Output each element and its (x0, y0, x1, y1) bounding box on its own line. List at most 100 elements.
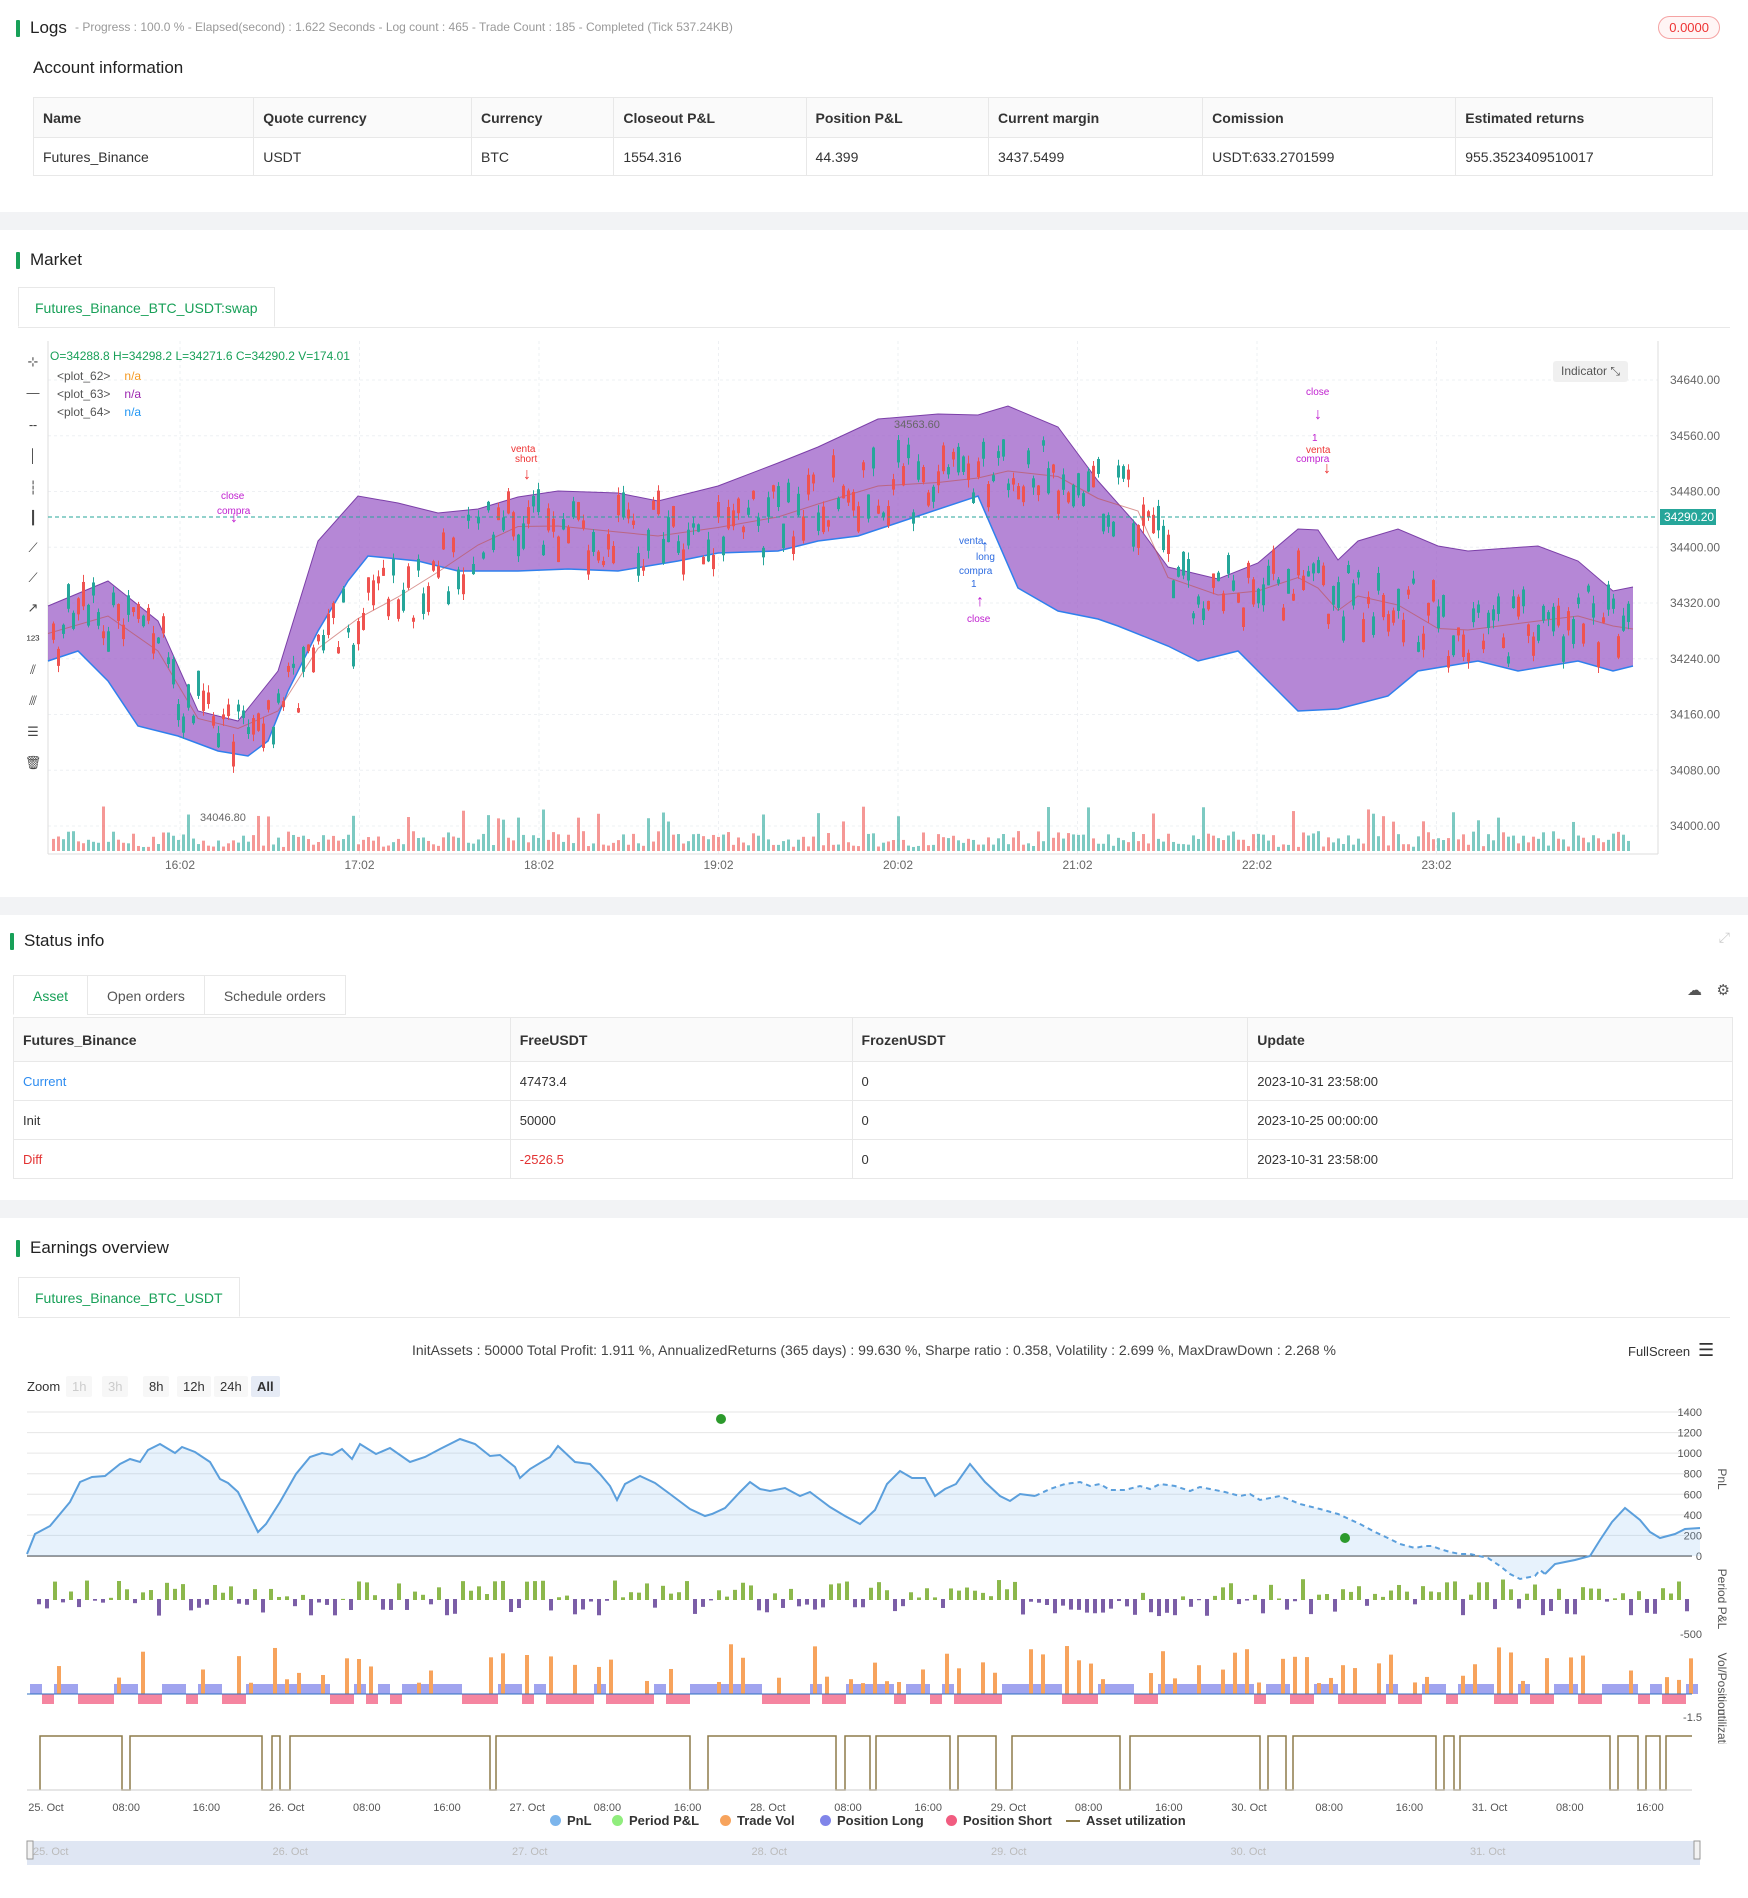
volume-bar (952, 835, 955, 851)
signal-label: 1 (1312, 433, 1318, 444)
position-short-bar (630, 1694, 642, 1704)
expand-icon[interactable]: ⤢ (1719, 929, 1730, 946)
volume-bar (217, 840, 220, 851)
candlestick-chart[interactable]: 34640.00 34560.00 34480.00 34400.00 34320.00… (18, 341, 1730, 881)
earnings-symbol-tab[interactable]: Futures_Binance_BTC_USDT (18, 1277, 240, 1317)
volume-bar (817, 813, 820, 851)
x-tick: 25. Oct (28, 1802, 63, 1814)
volume-bar (1097, 843, 1100, 851)
volume-bar (1372, 813, 1375, 851)
period-pnl-bar (93, 1599, 97, 1601)
volume-bar (1612, 833, 1615, 851)
period-pnl-bar (1557, 1588, 1561, 1600)
period-pnl-bar (973, 1590, 977, 1600)
period-pnl-bar (1197, 1599, 1201, 1601)
period-pnl-bar (621, 1597, 625, 1600)
period-pnl-bar (733, 1589, 737, 1600)
volume-bar (157, 844, 160, 851)
position-short-bar (474, 1694, 486, 1704)
menu-icon[interactable]: ☰ (1698, 1340, 1714, 1361)
volume-bar (82, 843, 85, 851)
period-pnl-bar (565, 1595, 569, 1600)
period-pnl-bar (645, 1583, 649, 1600)
trade-vol-bar (57, 1666, 61, 1694)
volume-bar (877, 846, 880, 851)
candle-body (1412, 578, 1415, 584)
period-tick: -500 (1680, 1629, 1702, 1641)
zoom-button-12h[interactable]: 12h (177, 1376, 211, 1397)
fullscreen-button[interactable]: FullScreen (1628, 1344, 1690, 1359)
navigator-tick: 31. Oct (1470, 1846, 1505, 1858)
earnings-chart[interactable]: 1400120010008006004002000-500-1.5PnLPeri… (0, 1404, 1748, 1744)
candle-body (202, 690, 205, 711)
candle-body (1552, 606, 1555, 632)
market-symbol-tab[interactable]: Futures_Binance_BTC_USDT:swap (18, 287, 275, 327)
volume-bar (297, 836, 300, 851)
volume-bar (1167, 833, 1170, 851)
candle-body (187, 684, 190, 708)
volume-bar (1267, 840, 1270, 851)
asset-free-usdt: -2526.5 (509, 1139, 853, 1179)
period-pnl-bar (61, 1599, 65, 1603)
volume-bar (317, 842, 320, 851)
volume-bar (887, 841, 890, 851)
candle-body (1082, 493, 1085, 506)
period-pnl-bar (157, 1599, 161, 1616)
candle-body (1072, 484, 1075, 507)
candle-body (777, 486, 780, 507)
volume-bar (232, 840, 235, 851)
candle-body (742, 526, 745, 533)
volume-bar (107, 841, 110, 851)
volume-bar (1232, 831, 1235, 851)
tab-schedule-orders[interactable]: Schedule orders (203, 975, 346, 1015)
cloud-download-icon[interactable]: ☁ (1687, 981, 1702, 999)
tab-open-orders[interactable]: Open orders (87, 975, 205, 1015)
position-long-bar (654, 1684, 666, 1694)
trade-vol-bar (1233, 1652, 1237, 1694)
volume-bar (267, 816, 270, 851)
candle-body (1122, 466, 1125, 479)
navigator-handle-right[interactable] (1693, 1840, 1701, 1860)
volume-bar (1497, 817, 1500, 851)
settings-gear-icon[interactable]: ⚙ (1717, 981, 1730, 999)
candle-body (1427, 602, 1430, 616)
volume-bar (1147, 843, 1150, 851)
tab-asset[interactable]: Asset (13, 975, 89, 1015)
x-tick: 16:00 (1396, 1802, 1424, 1814)
candle-body (1202, 608, 1205, 621)
period-pnl-bar (397, 1583, 401, 1600)
zoom-button-8h[interactable]: 8h (143, 1376, 170, 1397)
price-tick: 34160.00 (1670, 708, 1720, 722)
indicator-button[interactable]: Indicator ⤡ (1553, 361, 1628, 382)
volume-bar (1042, 841, 1045, 851)
volume-bar (377, 836, 380, 851)
price-tick: 34240.00 (1670, 652, 1720, 666)
period-pnl-bar (1677, 1581, 1681, 1600)
volume-bar (1122, 840, 1125, 851)
candle-body (1077, 473, 1080, 496)
period-pnl-bar (637, 1592, 641, 1600)
candle-body (337, 647, 340, 654)
candle-body (1447, 656, 1450, 668)
volume-bar (237, 842, 240, 851)
volume-bar (1102, 843, 1105, 851)
period-pnl-bar (717, 1590, 721, 1600)
volume-bar (437, 845, 440, 851)
candle-body (1162, 525, 1165, 551)
volume-bar (712, 834, 715, 851)
zoom-button-1h[interactable]: 1h (66, 1376, 93, 1397)
volume-bar (1242, 839, 1245, 851)
candle-body (532, 495, 535, 507)
candle-body (447, 591, 450, 605)
candle-body (57, 648, 60, 666)
position-long-bar (1014, 1684, 1026, 1694)
period-pnl-bar (1045, 1599, 1049, 1605)
volume-bar (57, 836, 60, 851)
position-short-bar (390, 1694, 402, 1704)
volume-bar (867, 833, 870, 851)
position-short-bar (342, 1694, 354, 1704)
position-long-bar (1614, 1684, 1626, 1694)
zoom-button-24h[interactable]: 24h (214, 1376, 248, 1397)
zoom-button-All[interactable]: All (251, 1376, 280, 1397)
zoom-button-3h[interactable]: 3h (102, 1376, 129, 1397)
